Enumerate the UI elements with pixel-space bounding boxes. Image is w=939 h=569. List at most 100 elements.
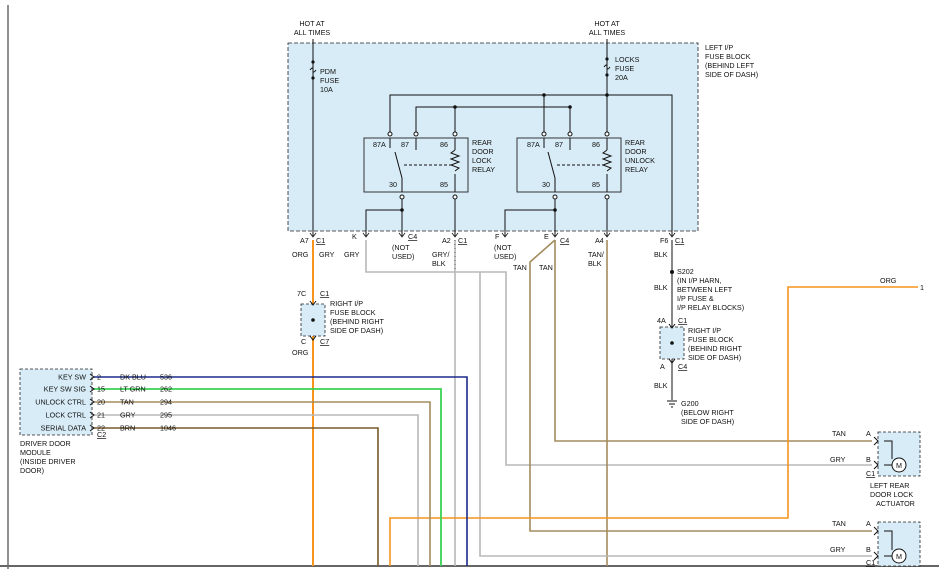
svg-text:C1: C1 — [458, 236, 467, 245]
pdm-fuse-node — [311, 60, 315, 64]
svg-text:4A: 4A — [657, 316, 666, 325]
svg-text:(BEHIND LEFT: (BEHIND LEFT — [705, 61, 755, 70]
relay-terminal — [552, 194, 558, 200]
relay-terminal — [567, 131, 573, 137]
connector-chevron — [873, 460, 879, 470]
svg-text:A: A — [660, 362, 665, 371]
g200-label: G200 (BELOW RIGHT SIDE OF DASH) — [681, 399, 734, 426]
wiring-diagram: LEFT I/P FUSE BLOCK (BEHIND LEFT SIDE OF… — [0, 5, 939, 569]
svg-text:PDM: PDM — [320, 67, 336, 76]
svg-text:A7: A7 — [300, 236, 309, 245]
svg-text:HOT AT: HOT AT — [594, 19, 620, 28]
module-circuit-number: 1046 — [160, 424, 176, 433]
bus-node — [568, 105, 572, 109]
driver-door-module-label: DRIVER DOOR MODULE (INSIDE DRIVER DOOR) — [20, 439, 76, 475]
svg-text:BLK: BLK — [588, 259, 602, 268]
relay-terminal — [413, 131, 419, 137]
hot-label-left: HOT AT ALL TIMES — [294, 19, 331, 37]
svg-text:F: F — [495, 232, 500, 241]
module-wire-color: TAN — [120, 398, 134, 407]
svg-text:DOOR: DOOR — [625, 147, 647, 156]
left-fuse-block-box — [287, 42, 699, 232]
s202-label: S202 (IN I/P HARN, BETWEEN LEFT I/P FUSE… — [677, 267, 744, 312]
svg-text:C4: C4 — [560, 236, 569, 245]
svg-text:10A: 10A — [320, 85, 333, 94]
svg-text:C: C — [301, 337, 306, 346]
svg-text:FUSE: FUSE — [615, 64, 634, 73]
connector-chevron — [873, 526, 879, 536]
svg-text:K: K — [352, 232, 357, 241]
ground-icon — [667, 400, 677, 408]
svg-text:A2: A2 — [442, 236, 451, 245]
module-wire-color: BRN — [120, 424, 135, 433]
svg-text:(BEHIND RIGHT: (BEHIND RIGHT — [688, 344, 743, 353]
org-offpage-label: ORG 1 — [880, 276, 924, 292]
svg-text:LEFT I/P: LEFT I/P — [705, 43, 733, 52]
svg-text:BLK: BLK — [654, 381, 668, 390]
svg-text:I/P RELAY BLOCKS): I/P RELAY BLOCKS) — [677, 303, 744, 312]
bus-node — [542, 93, 546, 97]
module-wire-color: GRY — [120, 411, 136, 420]
relay-terminal — [452, 131, 458, 137]
svg-text:C1: C1 — [316, 236, 325, 245]
svg-text:REAR: REAR — [625, 138, 645, 147]
svg-text:87: 87 — [555, 140, 563, 149]
svg-text:BETWEEN LEFT: BETWEEN LEFT — [677, 285, 733, 294]
svg-text:RELAY: RELAY — [625, 165, 648, 174]
module-circuit-number: 262 — [160, 385, 172, 394]
svg-text:RIGHT I/P: RIGHT I/P — [330, 299, 363, 308]
svg-text:TAN: TAN — [539, 263, 553, 272]
svg-text:FUSE: FUSE — [320, 76, 339, 85]
svg-text:C7: C7 — [320, 337, 329, 346]
svg-text:C1: C1 — [675, 236, 684, 245]
module-circuit-number: 294 — [160, 398, 172, 407]
module-wire-color: LT GRN — [120, 385, 146, 394]
svg-text:BLK: BLK — [432, 259, 446, 268]
svg-text:I/P FUSE &: I/P FUSE & — [677, 294, 714, 303]
svg-text:FUSE BLOCK: FUSE BLOCK — [705, 52, 751, 61]
module-connector-label: C2 — [97, 430, 106, 439]
svg-text:S202: S202 — [677, 267, 694, 276]
relay-terminal — [541, 131, 547, 137]
svg-text:REAR: REAR — [472, 138, 492, 147]
module-wire-color: DK BLU — [120, 373, 146, 382]
module-pin-number: 15 — [97, 385, 105, 394]
svg-text:RELAY: RELAY — [472, 165, 495, 174]
dk-blu-wire — [94, 376, 468, 566]
svg-text:(NOT: (NOT — [494, 243, 512, 252]
svg-text:ORG: ORG — [292, 348, 309, 357]
locks-fuse-node — [605, 57, 609, 61]
svg-text:30: 30 — [389, 180, 397, 189]
motor-label: M — [896, 552, 902, 561]
brn-serial-wire — [94, 427, 379, 566]
relay-terminal — [604, 131, 610, 137]
svg-text:87A: 87A — [373, 140, 386, 149]
module-pin-label: UNLOCK CTRL — [35, 398, 86, 407]
svg-text:7C: 7C — [297, 289, 306, 298]
svg-text:A: A — [866, 429, 871, 438]
svg-text:DOOR LOCK: DOOR LOCK — [870, 490, 913, 499]
module-circuit-number: 536 — [160, 373, 172, 382]
svg-text:RIGHT I/P: RIGHT I/P — [688, 326, 721, 335]
svg-text:C4: C4 — [408, 232, 417, 241]
svg-text:ALL TIMES: ALL TIMES — [294, 28, 331, 37]
svg-text:TAN: TAN — [832, 429, 846, 438]
svg-text:1: 1 — [920, 283, 924, 292]
svg-text:B: B — [866, 455, 871, 464]
connector-chevron — [873, 436, 879, 446]
svg-text:C2: C2 — [97, 430, 106, 439]
svg-text:87: 87 — [401, 140, 409, 149]
svg-text:DRIVER DOOR: DRIVER DOOR — [20, 439, 71, 448]
svg-text:86: 86 — [440, 140, 448, 149]
fuse-block-node — [311, 318, 315, 322]
svg-text:(IN I/P HARN,: (IN I/P HARN, — [677, 276, 722, 285]
svg-text:USED): USED) — [494, 252, 516, 261]
module-pin-label: SERIAL DATA — [41, 424, 87, 433]
svg-text:F6: F6 — [660, 236, 668, 245]
svg-text:DOOR: DOOR — [472, 147, 494, 156]
hot-label-right: HOT AT ALL TIMES — [589, 19, 626, 37]
svg-text:USED): USED) — [392, 252, 414, 261]
bus-node — [453, 105, 457, 109]
svg-text:A: A — [866, 519, 871, 528]
bus-node — [605, 93, 609, 97]
